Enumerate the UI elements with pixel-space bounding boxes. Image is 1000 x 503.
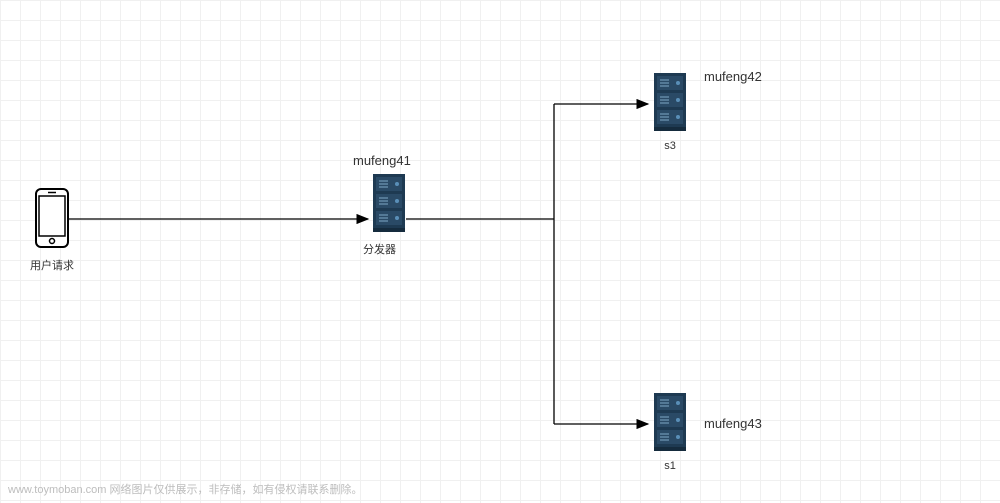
watermark-text: www.toymoban.com 网络图片仅供展示，非存储，如有侵权请联系删除。 — [8, 481, 362, 497]
dispatcher-caption: 分发器 — [363, 241, 455, 257]
server-bottom-node: mufeng43 s1 — [654, 393, 686, 472]
dispatcher-node: mufeng41 分发器 — [355, 153, 455, 257]
server-bottom-caption: s1 — [654, 460, 686, 472]
server-top-title: mufeng42 — [704, 69, 762, 84]
server-icon — [654, 73, 686, 131]
server-bottom-title: mufeng43 — [704, 416, 762, 431]
server-icon — [654, 393, 686, 451]
dispatcher-title: mufeng41 — [353, 153, 455, 168]
client-label: 用户请求 — [30, 257, 74, 273]
smartphone-icon — [35, 188, 69, 248]
server-top-caption: s3 — [654, 140, 686, 152]
server-icon — [373, 174, 405, 232]
client-node: 用户请求 — [30, 188, 74, 273]
server-top-node: mufeng42 s3 — [654, 73, 686, 152]
connectors — [0, 0, 1000, 503]
